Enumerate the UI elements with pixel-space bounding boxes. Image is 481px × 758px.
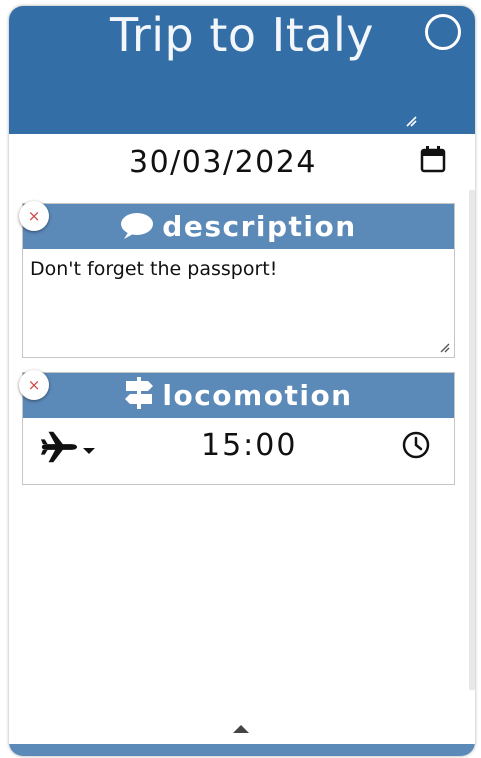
scrollbar[interactable] (469, 190, 475, 690)
remove-locomotion-button[interactable]: × (19, 370, 49, 400)
date-value[interactable]: 30/03/2024 (129, 145, 317, 180)
date-picker[interactable]: 30/03/2024 (9, 141, 475, 191)
locomotion-section: locomotion 15:00 (22, 372, 455, 485)
card-header: Trip to Italy (9, 6, 475, 134)
locomotion-section-title: locomotion (162, 379, 353, 412)
speech-bubble-icon (121, 213, 154, 239)
description-section-title: description (162, 210, 357, 243)
airplane-icon[interactable] (40, 428, 78, 466)
description-text[interactable]: Don't forget the passport! (30, 258, 277, 280)
calendar-icon[interactable] (420, 145, 446, 173)
remove-description-button[interactable]: × (19, 201, 49, 231)
signpost-icon (125, 377, 154, 409)
trip-title[interactable]: Trip to Italy (9, 8, 475, 62)
sections-scroll-area[interactable]: description Don't forget the passport! ×… (9, 190, 475, 715)
trip-card: Trip to Italy 30/03/2024 description Don… (9, 6, 475, 756)
locomotion-section-header: locomotion (23, 373, 454, 418)
locomotion-body: 15:00 (23, 418, 454, 484)
clock-icon[interactable] (402, 431, 430, 459)
resize-handle-icon[interactable] (405, 115, 417, 127)
chevron-down-icon[interactable] (83, 447, 95, 455)
status-circle-button[interactable] (425, 14, 461, 50)
textarea-resize-icon[interactable] (440, 343, 450, 353)
description-textarea[interactable]: Don't forget the passport! (23, 249, 454, 357)
description-section: description Don't forget the passport! (22, 203, 455, 358)
departure-time[interactable]: 15:00 (201, 428, 297, 463)
description-section-header: description (23, 204, 454, 249)
footer-bar (9, 744, 475, 756)
chevron-up-icon[interactable] (233, 724, 249, 734)
